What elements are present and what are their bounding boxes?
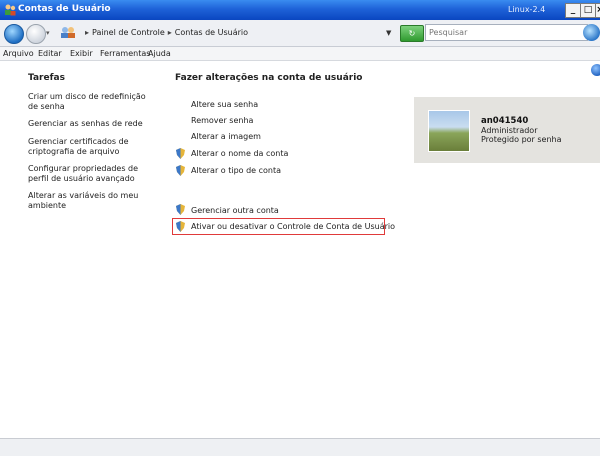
minimize-button[interactable]: _ [565,3,581,18]
shield-icon [176,221,185,232]
remove-password-link[interactable]: Remover senha [191,116,253,125]
shield-icon [176,204,185,215]
maximize-button[interactable]: □ [580,3,596,18]
host-label: Linux-2.4 [508,5,546,14]
control-panel-icon [61,27,75,38]
task-manage-certificates[interactable]: Gerenciar certificados de criptografia d… [28,137,153,157]
change-account-name-link[interactable]: Alterar o nome da conta [191,149,288,158]
breadcrumb: ▸ Painel de Controle ▸ Contas de Usuário [82,28,248,37]
refresh-button[interactable]: ↻ [400,25,424,42]
help-icon[interactable] [591,64,600,76]
shield-icon [176,165,185,176]
breadcrumb-separator: ▸ [167,28,172,37]
breadcrumb-control-panel[interactable]: Painel de Controle [92,28,165,37]
window-title: Contas de Usuário [18,4,111,14]
menu-arquivo[interactable]: Arquivo [3,49,34,58]
task-manage-network-passwords[interactable]: Gerenciar as senhas de rede [28,119,153,129]
toggle-uac-link[interactable]: Ativar ou desativar o Controle de Conta … [191,222,395,231]
menu-exibir[interactable]: Exibir [70,49,93,58]
page-title: Fazer alterações na conta de usuário [175,73,363,83]
change-picture-link[interactable]: Alterar a imagem [191,132,261,141]
breadcrumb-user-accounts[interactable]: Contas de Usuário [175,28,248,37]
address-dropdown-icon[interactable]: ▼ [386,29,391,37]
menu-ajuda[interactable]: Ajuda [148,49,171,58]
nav-history-dropdown[interactable]: ▾ [46,29,50,37]
menu-editar[interactable]: Editar [38,49,62,58]
task-environment-variables[interactable]: Alterar as variáveis do meu ambiente [28,191,153,211]
manage-other-account-link[interactable]: Gerenciar outra conta [191,206,279,215]
tasks-heading: Tarefas [28,73,65,83]
back-button[interactable] [4,24,24,44]
change-password-link[interactable]: Altere sua senha [191,100,258,109]
change-account-type-link[interactable]: Alterar o tipo de conta [191,166,281,175]
task-advanced-profile[interactable]: Configurar propriedades de perfil de usu… [28,164,153,184]
search-icon[interactable] [583,24,600,41]
user-name: an041540 [481,116,529,126]
user-role: Administrador [481,126,538,135]
breadcrumb-separator: ▸ [85,28,90,37]
close-button[interactable]: × [595,3,600,18]
user-accounts-icon [5,4,16,16]
status-bar [0,438,600,456]
forward-button[interactable] [26,24,46,44]
shield-icon [176,148,185,159]
menu-ferramentas[interactable]: Ferramentas [100,49,150,58]
avatar [428,110,470,152]
search-input[interactable] [425,24,588,41]
task-create-reset-disk[interactable]: Criar um disco de redefinição de senha [28,92,153,112]
user-protection-status: Protegido por senha [481,135,562,144]
